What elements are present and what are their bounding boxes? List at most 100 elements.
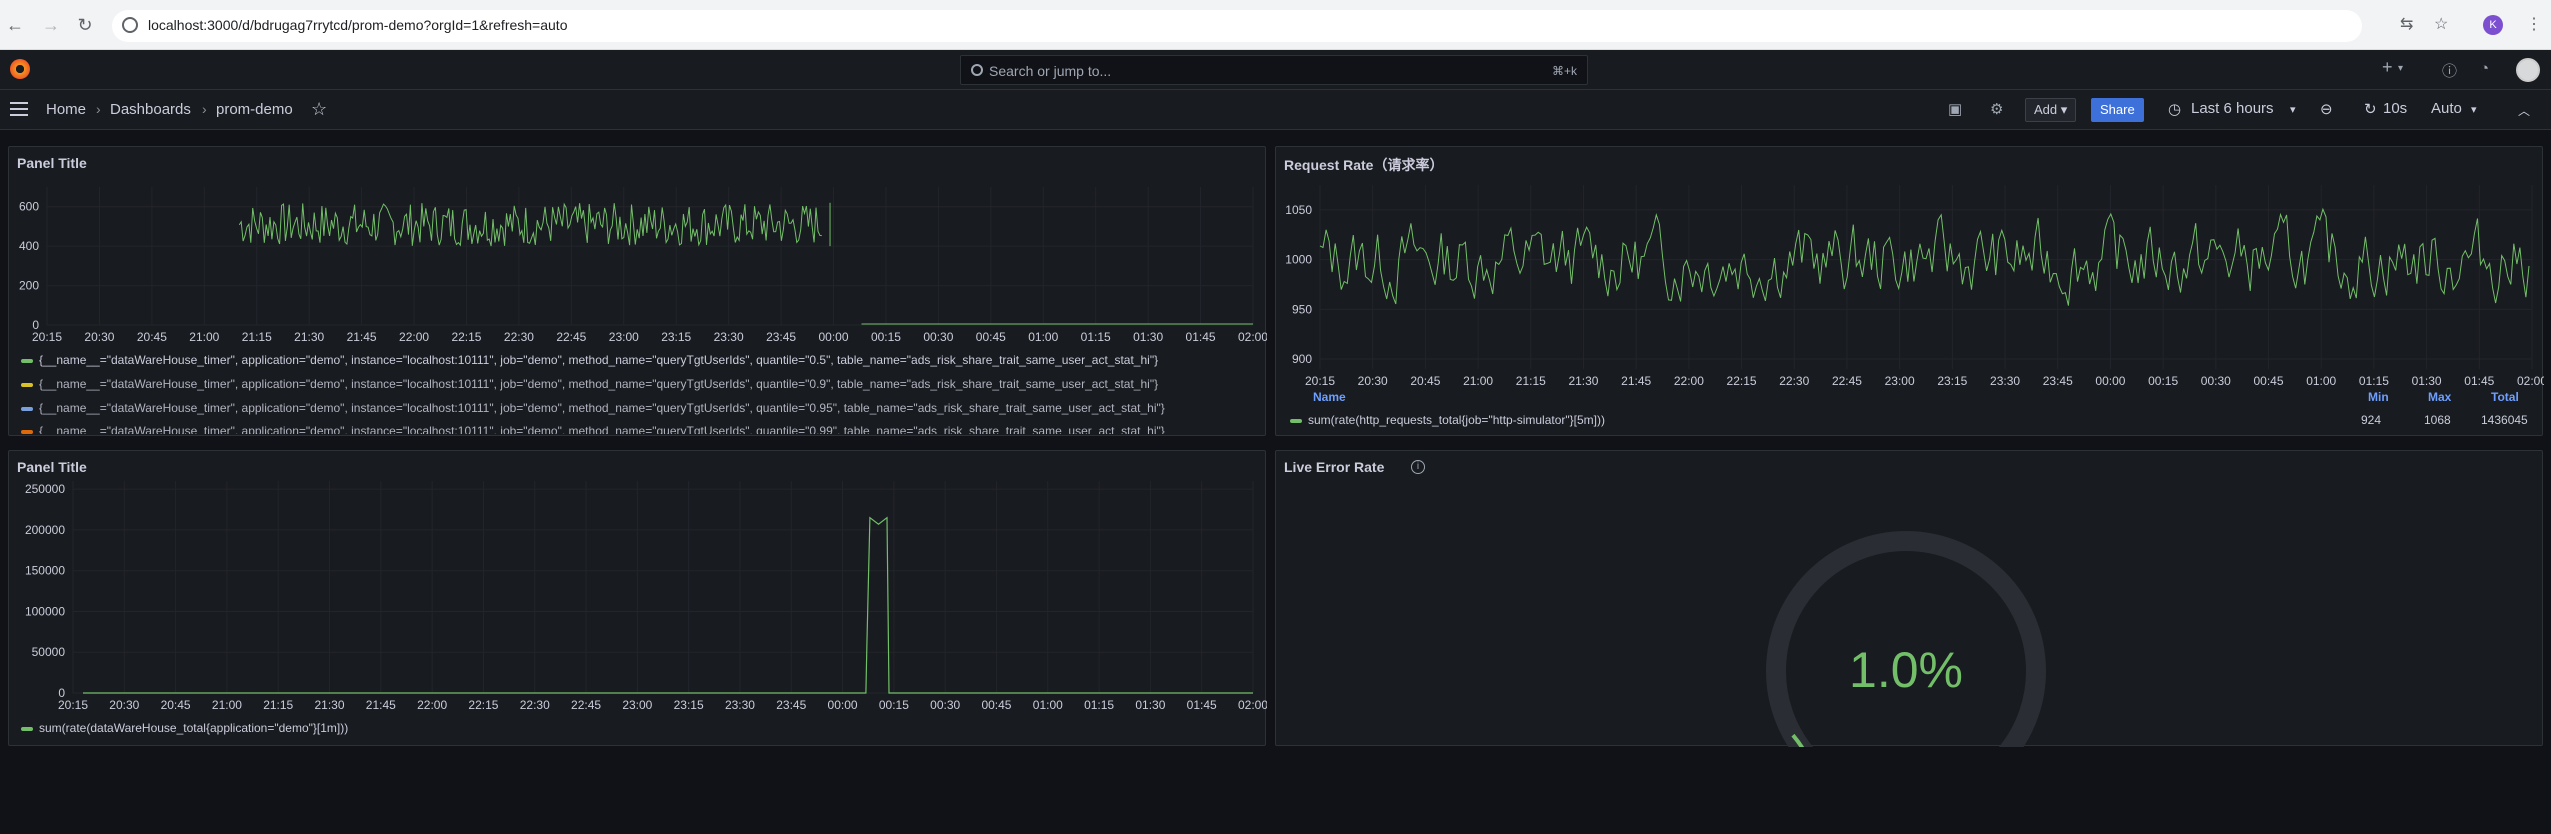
translate-icon[interactable]: ⇆ xyxy=(2400,14,2413,34)
x-tick-label: 23:00 xyxy=(609,330,639,344)
bookmark-star-icon[interactable]: ☆ xyxy=(2434,14,2448,34)
panel-timer[interactable]: Panel Title 20:15 20:30 20:45 21:00 21:15 21:… xyxy=(8,146,1267,436)
x-tick-label: 22:00 xyxy=(399,330,429,344)
user-avatar[interactable] xyxy=(2516,58,2540,82)
x-tick-label: 23:45 xyxy=(776,698,806,712)
y-tick-label: 100000 xyxy=(25,604,65,618)
x-tick-label: 20:30 xyxy=(109,698,139,712)
x-tick-label: 21:00 xyxy=(212,698,242,712)
x-tick-label: 21:45 xyxy=(1621,374,1651,388)
site-info-icon[interactable] xyxy=(122,17,138,33)
x-tick-label: 21:30 xyxy=(315,698,345,712)
x-tick-label: 23:00 xyxy=(1885,374,1915,388)
x-tick-label: 21:45 xyxy=(347,330,377,344)
legend-item[interactable]: sum(rate(dataWareHouse_total{application… xyxy=(21,721,348,735)
y-tick-label: 1050 xyxy=(1285,203,1312,217)
settings-gear-icon[interactable]: ⚙ xyxy=(1990,100,2003,118)
legend-label: {__name__="dataWareHouse_timer", applica… xyxy=(39,424,1165,434)
x-tick-label: 21:30 xyxy=(294,330,324,344)
plus-icon[interactable]: + xyxy=(2382,57,2393,78)
refresh-interval[interactable]: 10s xyxy=(2383,100,2407,117)
back-icon[interactable]: ← xyxy=(4,14,26,36)
url-text[interactable]: localhost:3000/d/bdrugag7rrytcd/prom-dem… xyxy=(148,17,567,33)
x-tick-label: 21:15 xyxy=(263,698,293,712)
collapse-chevron-up-icon[interactable]: ︿ xyxy=(2518,102,2530,119)
save-icon[interactable]: ▣ xyxy=(1948,100,1962,118)
chevron-down-icon[interactable]: ▾ xyxy=(2398,63,2403,74)
grafana-logo-icon[interactable] xyxy=(10,59,30,79)
x-tick-label: 21:15 xyxy=(1516,374,1546,388)
legend-max-value: 1068 xyxy=(2424,413,2451,427)
legend-item[interactable]: {__name__="dataWareHouse_timer", applica… xyxy=(21,377,1158,391)
share-button[interactable]: Share xyxy=(2091,98,2144,122)
x-tick-label: 00:45 xyxy=(2254,374,2284,388)
search-icon xyxy=(971,64,983,76)
add-button[interactable]: Add ▾ xyxy=(2025,98,2077,122)
auto-refresh-picker[interactable]: Auto xyxy=(2431,100,2462,117)
profile-avatar[interactable]: K xyxy=(2483,15,2503,35)
chevron-down-icon[interactable]: ▾ xyxy=(2471,103,2477,116)
x-tick-label: 01:30 xyxy=(1135,698,1165,712)
panel-live-error-rate[interactable]: Live Error Rate i 1.0%01 xyxy=(1275,450,2543,747)
timer-chart: 20:15 20:30 20:45 21:00 21:15 21:30 21:45 22:00… xyxy=(19,187,1267,344)
browser-menu-icon[interactable]: ⋮ xyxy=(2526,14,2542,34)
panel-datawarehouse-total[interactable]: Panel Title 20:15 20:30 20:45 21:00 21:15 21:… xyxy=(8,450,1267,746)
x-tick-label: 01:45 xyxy=(2464,374,2494,388)
panel-request-rate[interactable]: Request Rate（请求率） 20:15 20:30 20:45 21:00 21… xyxy=(1275,146,2544,436)
legend-item[interactable]: {__name__="dataWareHouse_timer", applica… xyxy=(21,401,1165,415)
legend-label: sum(rate(http_requests_total{job="http-s… xyxy=(1308,413,1605,427)
legend-row[interactable]: sum(rate(http_requests_total{job="http-s… xyxy=(1290,413,1605,427)
reload-icon[interactable]: ↻ xyxy=(74,14,96,36)
legend-header-max[interactable]: Max xyxy=(2428,390,2451,404)
x-tick-label: 01:45 xyxy=(1186,330,1216,344)
y-tick-label: 50000 xyxy=(32,645,66,659)
refresh-icon[interactable]: ↻ xyxy=(2364,100,2377,118)
breadcrumb-home[interactable]: Home xyxy=(46,101,86,118)
legend-swatch xyxy=(21,429,33,434)
legend-header-total[interactable]: Total xyxy=(2491,390,2519,404)
news-feed-icon[interactable]: ◔ xyxy=(2480,60,2489,77)
y-tick-label: 200 xyxy=(19,279,39,293)
legend-header-min[interactable]: Min xyxy=(2368,390,2389,404)
y-tick-label: 250000 xyxy=(25,482,65,496)
x-tick-label: 23:15 xyxy=(674,698,704,712)
x-tick-label: 02:00 xyxy=(1238,330,1267,344)
favorite-star-icon[interactable]: ☆ xyxy=(311,99,327,120)
legend-header-name[interactable]: Name xyxy=(1313,390,1346,404)
y-tick-label: 400 xyxy=(19,239,39,253)
forward-icon[interactable]: → xyxy=(40,14,62,36)
legend-item[interactable]: {__name__="dataWareHouse_timer", applica… xyxy=(21,424,1165,434)
legend-min-value: 924 xyxy=(2361,413,2382,427)
add-label: Add xyxy=(2034,102,2058,117)
grafana-topbar: Search or jump to... ⌘+k + ▾ ⓘ ◔ xyxy=(0,50,2551,90)
x-tick-label: 20:15 xyxy=(1305,374,1335,388)
x-tick-label: 01:45 xyxy=(1187,698,1217,712)
x-tick-label: 22:45 xyxy=(571,698,601,712)
x-tick-label: 00:45 xyxy=(976,330,1006,344)
x-tick-label: 22:30 xyxy=(1779,374,1809,388)
legend-swatch xyxy=(21,726,33,731)
x-tick-label: 23:45 xyxy=(766,330,796,344)
menu-icon[interactable] xyxy=(10,102,28,116)
series-line xyxy=(1319,207,2530,306)
breadcrumb-separator: › xyxy=(202,101,207,117)
y-tick-label: 950 xyxy=(1292,302,1312,316)
x-tick-label: 00:15 xyxy=(2148,374,2178,388)
request-rate-chart: 20:15 20:30 20:45 21:00 21:15 21:30 21:45 22:00… xyxy=(1285,185,2544,388)
x-tick-label: 02:00 xyxy=(1238,698,1267,712)
x-tick-label: 01:30 xyxy=(1133,330,1163,344)
x-tick-label: 20:30 xyxy=(84,330,114,344)
x-tick-label: 00:00 xyxy=(828,698,858,712)
x-tick-label: 20:15 xyxy=(32,330,62,344)
x-tick-label: 21:30 xyxy=(1568,374,1598,388)
x-tick-label: 01:15 xyxy=(2359,374,2389,388)
legend-item[interactable]: {__name__="dataWareHouse_timer", applica… xyxy=(21,353,1158,367)
x-tick-label: 23:30 xyxy=(1990,374,2020,388)
search-input[interactable]: Search or jump to... ⌘+k xyxy=(960,55,1588,85)
x-tick-label: 23:30 xyxy=(725,698,755,712)
chevron-down-icon[interactable]: ▾ xyxy=(2290,103,2296,116)
zoom-out-icon[interactable]: ⊖ xyxy=(2320,100,2333,118)
help-icon[interactable]: ⓘ xyxy=(2442,60,2457,81)
time-range-picker[interactable]: Last 6 hours xyxy=(2191,100,2274,117)
breadcrumb-dashboards[interactable]: Dashboards xyxy=(110,101,191,118)
